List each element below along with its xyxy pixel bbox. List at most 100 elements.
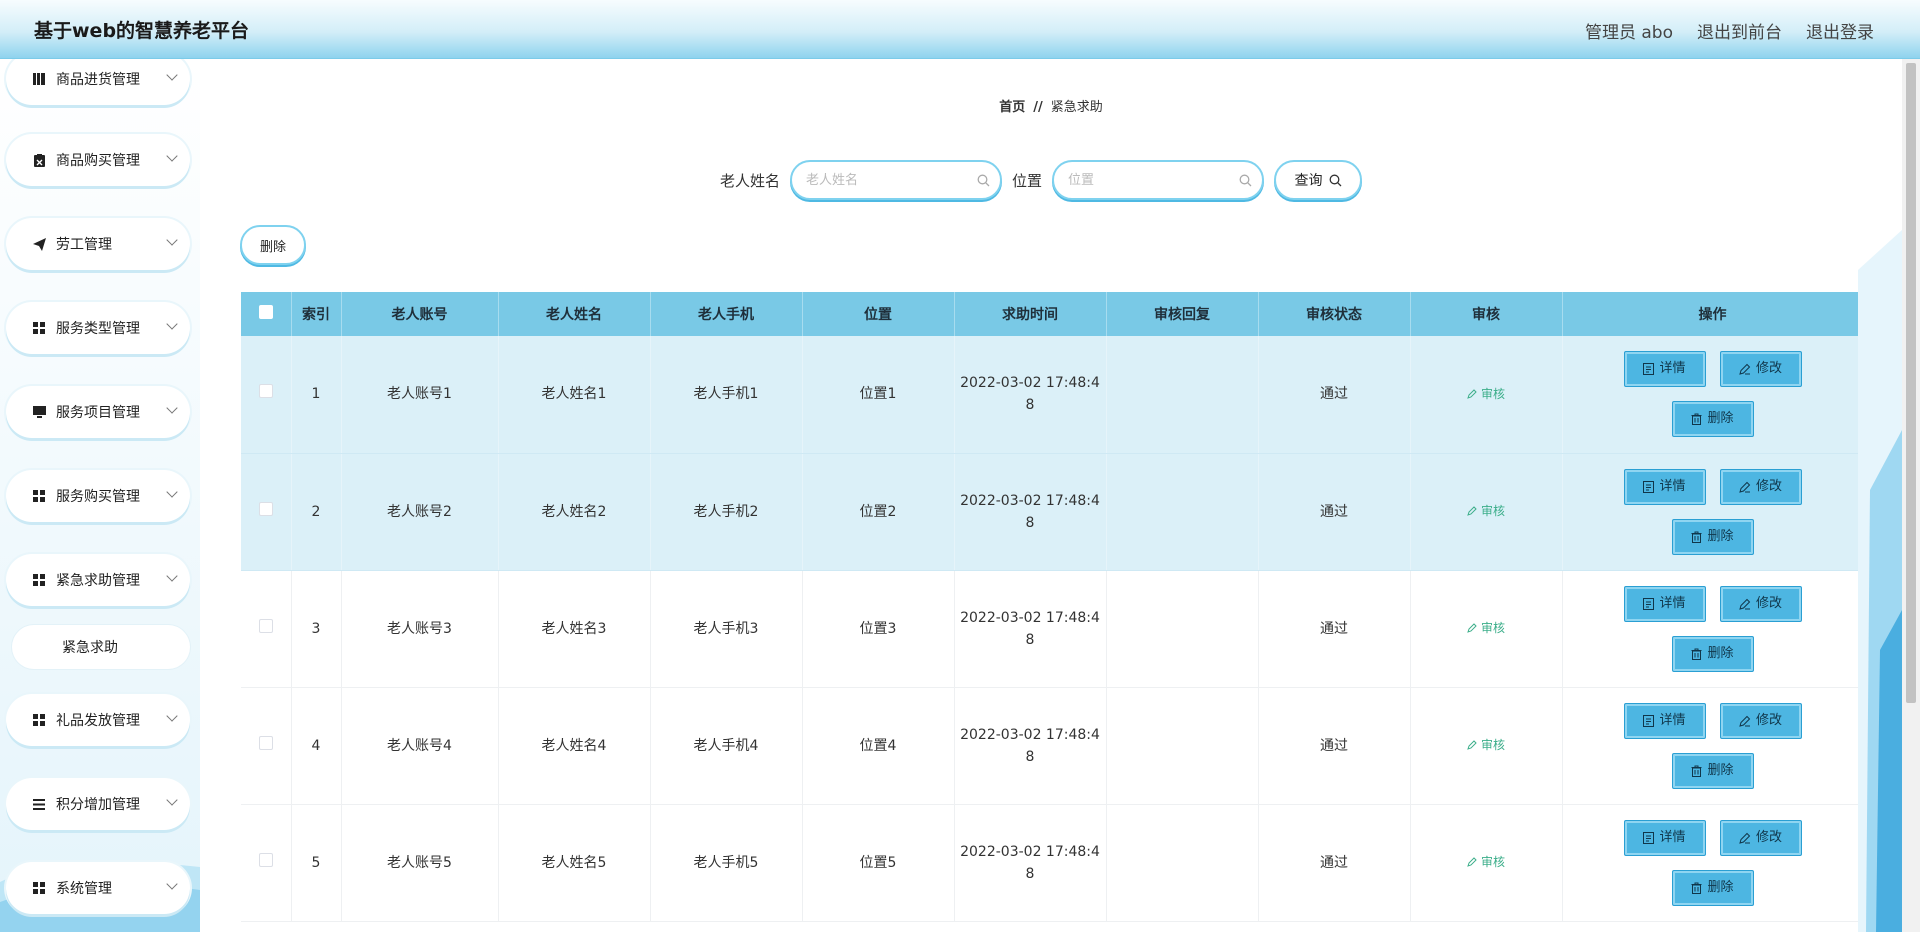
sidebar-item-label: 服务项目管理 bbox=[56, 405, 140, 421]
edit-button[interactable]: 修改 bbox=[1719, 702, 1802, 739]
delete-button[interactable]: 删除 bbox=[1671, 635, 1754, 672]
cell-phone: 老人手机5 bbox=[650, 804, 803, 922]
cell-audit-status: 通过 bbox=[1258, 687, 1411, 805]
column-header: 审核 bbox=[1410, 292, 1563, 336]
row-checkbox[interactable] bbox=[258, 384, 273, 399]
edit-button-label: 修改 bbox=[1755, 595, 1782, 611]
edit-button[interactable]: 修改 bbox=[1719, 819, 1802, 856]
sidebar-item-labor[interactable]: 劳工管理 bbox=[6, 218, 190, 270]
sidebar-item-label: 系统管理 bbox=[56, 881, 112, 897]
header-actions: 管理员 abo 退出到前台 退出登录 bbox=[1585, 18, 1874, 43]
help-time-line2: 8 bbox=[1025, 631, 1035, 648]
detail-button[interactable]: 详情 bbox=[1623, 702, 1706, 739]
cell-audit-reply bbox=[1106, 453, 1259, 571]
back-to-front-link[interactable]: 退出到前台 bbox=[1697, 18, 1782, 43]
document-icon bbox=[1643, 480, 1655, 493]
grid-icon bbox=[32, 321, 46, 335]
trash-icon bbox=[1691, 882, 1702, 894]
logout-link[interactable]: 退出登录 bbox=[1806, 18, 1874, 43]
chevron-down-icon bbox=[166, 794, 178, 806]
cell-actions: 详情 修改删除 bbox=[1562, 336, 1864, 454]
row-checkbox[interactable] bbox=[258, 618, 273, 633]
cell-audit-reply bbox=[1106, 687, 1259, 805]
table-row[interactable]: 4 老人账号4 老人姓名4 老人手机4 位置4 2022-03-02 17:48:4 8 通过… bbox=[241, 687, 1864, 805]
cell-phone: 老人手机3 bbox=[650, 570, 803, 688]
chevron-down-icon bbox=[166, 150, 178, 162]
edit-button[interactable]: 修改 bbox=[1719, 351, 1802, 388]
breadcrumb: 首页 // 紧急求助 bbox=[200, 96, 1902, 115]
query-button-label: 查询 bbox=[1294, 173, 1323, 189]
select-all-checkbox[interactable] bbox=[258, 305, 273, 319]
delete-button[interactable]: 删除 bbox=[1671, 401, 1754, 438]
chevron-down-icon bbox=[166, 878, 178, 890]
sidebar-item-label: 紧急求助管理 bbox=[56, 573, 140, 589]
table-row[interactable]: 1 老人账号1 老人姓名1 老人手机1 位置1 2022-03-02 17:48:4 8 通过… bbox=[241, 336, 1864, 454]
column-header: 老人手机 bbox=[650, 292, 803, 336]
location-search-input[interactable] bbox=[1054, 162, 1263, 198]
grid-icon bbox=[32, 489, 46, 503]
cell-name: 老人姓名2 bbox=[498, 453, 651, 571]
detail-button[interactable]: 详情 bbox=[1623, 585, 1706, 622]
detail-button[interactable]: 详情 bbox=[1623, 819, 1706, 856]
sidebar-item-goods-purchase[interactable]: 商品购买管理 bbox=[6, 134, 190, 186]
row-checkbox[interactable] bbox=[258, 852, 273, 867]
clipboard-icon bbox=[32, 153, 46, 167]
table-row[interactable]: 2 老人账号2 老人姓名2 老人手机2 位置2 2022-03-02 17:48:4 8 通过… bbox=[241, 453, 1864, 571]
audit-link[interactable]: 审核 bbox=[1467, 851, 1505, 873]
sidebar-item-goods-stock[interactable]: 商品进货管理 bbox=[6, 59, 190, 105]
name-search-input[interactable] bbox=[792, 162, 1001, 198]
help-table: 索引 老人账号 老人姓名 老人手机 位置 求助时间 审核回复 审核状态 审核 操… bbox=[241, 292, 1864, 922]
delete-button[interactable]: 删除 bbox=[1671, 518, 1754, 555]
audit-link[interactable]: 审核 bbox=[1467, 500, 1505, 522]
audit-link[interactable]: 审核 bbox=[1467, 734, 1505, 756]
edit-button[interactable]: 修改 bbox=[1719, 468, 1802, 505]
scrollbar-thumb[interactable] bbox=[1906, 63, 1916, 703]
cell-audit-reply bbox=[1106, 804, 1259, 922]
help-time-line2: 8 bbox=[1025, 397, 1035, 414]
cell-audit-status: 通过 bbox=[1258, 453, 1411, 571]
audit-link[interactable]: 审核 bbox=[1467, 383, 1505, 405]
sidebar-item-points[interactable]: 积分增加管理 bbox=[6, 778, 190, 830]
sidebar-item-service-project[interactable]: 服务项目管理 bbox=[6, 386, 190, 438]
grid-icon bbox=[32, 713, 46, 727]
delete-button[interactable]: 删除 bbox=[1671, 752, 1754, 789]
current-user[interactable]: 管理员 abo bbox=[1585, 18, 1673, 43]
column-header: 索引 bbox=[291, 292, 342, 336]
detail-button[interactable]: 详情 bbox=[1623, 468, 1706, 505]
cell-phone: 老人手机1 bbox=[650, 336, 803, 454]
row-checkbox[interactable] bbox=[258, 501, 273, 516]
cell-actions: 详情 修改删除 bbox=[1562, 453, 1864, 571]
cell-help-time: 2022-03-02 17:48:4 8 bbox=[954, 804, 1107, 922]
submenu-item-emergency-help[interactable]: 紧急求助 bbox=[12, 625, 190, 669]
row-checkbox[interactable] bbox=[258, 735, 273, 750]
cell-actions: 详情 修改删除 bbox=[1562, 687, 1864, 805]
cell-audit: 审核 bbox=[1410, 570, 1563, 688]
sidebar-item-emergency-help[interactable]: 紧急求助管理 bbox=[6, 554, 190, 606]
detail-button[interactable]: 详情 bbox=[1623, 351, 1706, 388]
list-icon bbox=[32, 797, 46, 811]
document-icon bbox=[1643, 714, 1655, 727]
table-row[interactable]: 5 老人账号5 老人姓名5 老人手机5 位置5 2022-03-02 17:48:4 8 通过… bbox=[241, 804, 1864, 922]
grid-icon bbox=[32, 573, 46, 587]
help-time-line2: 8 bbox=[1025, 865, 1035, 882]
delete-button[interactable]: 删除 bbox=[1671, 869, 1754, 906]
edit-button-label: 修改 bbox=[1755, 361, 1782, 377]
sidebar-item-system[interactable]: 系统管理 bbox=[6, 862, 190, 914]
query-button[interactable]: 查询 bbox=[1274, 160, 1363, 200]
cell-account: 老人账号2 bbox=[341, 453, 499, 571]
sidebar-item-gift[interactable]: 礼品发放管理 bbox=[6, 694, 190, 746]
table-row[interactable]: 3 老人账号3 老人姓名3 老人手机3 位置3 2022-03-02 17:48:4 8 通过… bbox=[241, 570, 1864, 688]
sidebar-item-service-type[interactable]: 服务类型管理 bbox=[6, 302, 190, 354]
batch-delete-button[interactable]: 删除 bbox=[240, 225, 306, 265]
vertical-scrollbar[interactable] bbox=[1902, 59, 1920, 932]
edit-button[interactable]: 修改 bbox=[1719, 585, 1802, 622]
breadcrumb-home[interactable]: 首页 bbox=[999, 100, 1025, 115]
help-time-line2: 8 bbox=[1025, 514, 1035, 531]
cell-actions: 详情 修改删除 bbox=[1562, 804, 1864, 922]
submenu-item-label: 紧急求助 bbox=[62, 640, 118, 656]
audit-link[interactable]: 审核 bbox=[1467, 617, 1505, 639]
cell-help-time: 2022-03-02 17:48:4 8 bbox=[954, 687, 1107, 805]
sidebar-item-service-purchase[interactable]: 服务购买管理 bbox=[6, 470, 190, 522]
row-select-cell bbox=[241, 453, 292, 571]
edit-icon bbox=[1467, 857, 1477, 867]
